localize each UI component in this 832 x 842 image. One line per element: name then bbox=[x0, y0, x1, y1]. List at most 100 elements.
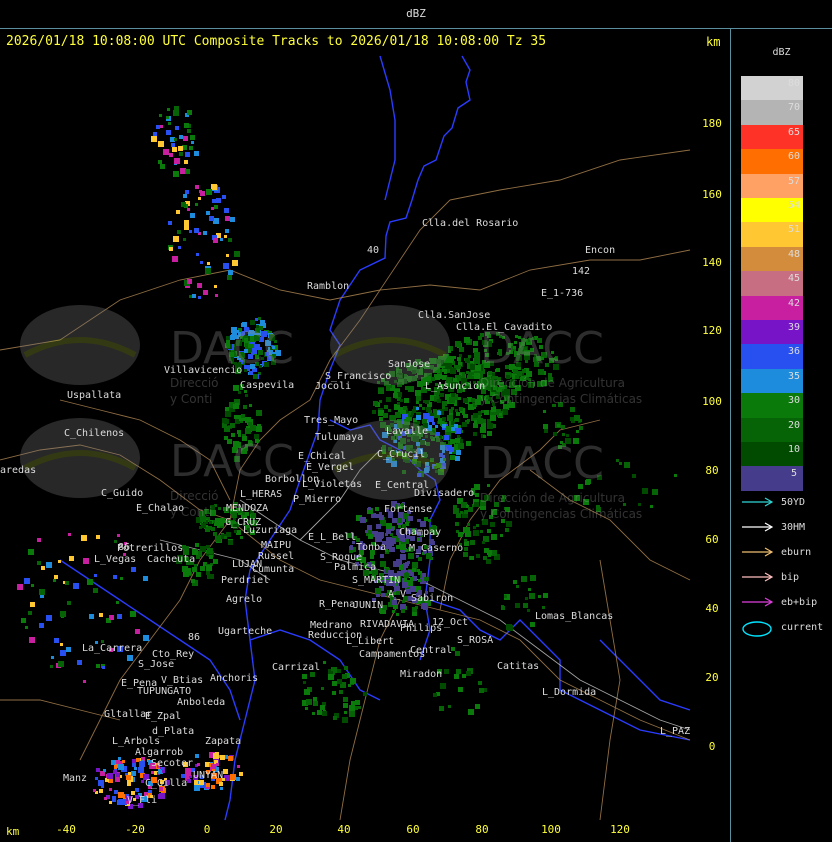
place-label: V_Btias bbox=[161, 675, 203, 686]
place-label: JUNIN bbox=[353, 600, 383, 611]
y-tick-label: 120 bbox=[702, 324, 722, 337]
place-label: Clla.del Rosario bbox=[422, 218, 518, 229]
x-axis-unit: km bbox=[6, 825, 20, 838]
place-label: C_Crucil bbox=[377, 449, 425, 460]
place-label: E_Zpal bbox=[145, 711, 181, 722]
place-label: A_V bbox=[388, 589, 406, 600]
place-label: Villavicencio bbox=[164, 365, 242, 376]
place-label: V_Fli bbox=[127, 795, 157, 806]
place-label: Clla.SanJose bbox=[418, 310, 490, 321]
y-tick-label: 180 bbox=[702, 117, 722, 130]
svg-text:Dirección de Agricultura: Dirección de Agricultura bbox=[480, 491, 625, 505]
place-label: 40 bbox=[367, 245, 379, 256]
current-legend-item: current bbox=[741, 619, 831, 639]
x-tick-label: 80 bbox=[475, 823, 489, 836]
y-tick-label: 0 bbox=[708, 740, 716, 753]
place-label: Champay bbox=[399, 527, 441, 538]
composite-title: 2026/01/18 10:08:00 UTC Composite Tracks… bbox=[6, 34, 547, 49]
colorbar-label: 20 bbox=[787, 419, 801, 431]
track-label: eb+bip bbox=[781, 597, 818, 608]
y-tick-label: 40 bbox=[705, 602, 719, 615]
colorbar-label: 30 bbox=[787, 395, 801, 407]
place-label: aredas bbox=[0, 465, 36, 476]
place-label: Anboleda bbox=[177, 697, 225, 708]
colorbar-label: 54 bbox=[787, 200, 801, 211]
colorbar-label: 60 bbox=[787, 151, 801, 163]
place-label: Divisadero bbox=[414, 488, 474, 499]
place-label: Sabiron bbox=[411, 593, 453, 604]
place-label: L_Arbols bbox=[112, 736, 160, 747]
y-tick-label: 20 bbox=[705, 671, 719, 684]
x-tick-label: -40 bbox=[56, 823, 76, 836]
legend-panel: dBZ 80 70 65 60 57 54 51 48 45 42 39 36 35 30 20 10 5 50… bbox=[731, 28, 832, 842]
y-tick-label: 140 bbox=[702, 256, 722, 269]
colorbar-label: 39 bbox=[787, 322, 801, 333]
place-label: Lavalle bbox=[386, 426, 428, 437]
arrow-icon bbox=[742, 497, 774, 507]
colorbar-label: 48 bbox=[787, 248, 801, 260]
radar-map[interactable]: DACCDireccióy ContiDACCDirección de Agri… bbox=[0, 54, 730, 824]
place-label: Cacheuta bbox=[147, 554, 195, 565]
arrow-icon bbox=[742, 547, 774, 557]
title-bar: dBZ bbox=[0, 0, 832, 29]
place-label: TUPUNGATO bbox=[137, 686, 191, 697]
place-label: La_Carrera bbox=[82, 643, 142, 654]
place-label: L_PAZ bbox=[660, 726, 690, 737]
place-label: Perdriel bbox=[221, 575, 269, 586]
y-tick-label: 160 bbox=[702, 188, 722, 201]
svg-text:DACC: DACC bbox=[480, 438, 604, 489]
place-label: E_Chical bbox=[298, 451, 346, 462]
place-label: Tulumaya bbox=[315, 432, 363, 443]
x-tick-label: -20 bbox=[125, 823, 145, 836]
svg-text:y Contingencias Climáticas: y Contingencias Climáticas bbox=[480, 507, 642, 521]
x-tick-label: 20 bbox=[269, 823, 283, 836]
place-label: Clla.El_Cavadito bbox=[456, 322, 552, 333]
track-legend-item: bip bbox=[741, 569, 831, 589]
place-label: C_Guido bbox=[101, 488, 143, 499]
place-label: Palmica bbox=[334, 562, 376, 573]
place-label: E_1-736 bbox=[541, 288, 583, 299]
colorbar-label: 57 bbox=[787, 175, 801, 187]
colorbar-label: 10 bbox=[787, 444, 801, 455]
place-label: Encon bbox=[585, 245, 615, 256]
place-label: Jocoli bbox=[315, 381, 351, 392]
place-label: E_L_Bell bbox=[308, 532, 356, 543]
colorbar-label: 5 bbox=[790, 468, 798, 480]
place-label: S_MARTIN bbox=[352, 575, 400, 586]
place-label: UNYAN bbox=[193, 770, 223, 781]
place-label: MAIPU bbox=[261, 540, 291, 551]
place-label: L_HERAS bbox=[240, 489, 282, 500]
place-label: Caspevila bbox=[240, 380, 294, 391]
place-label: L_Libert bbox=[346, 636, 394, 647]
arrow-icon bbox=[742, 572, 774, 582]
place-label: 142 bbox=[572, 266, 590, 277]
place-label: Algarrob bbox=[135, 747, 183, 758]
place-label: Central bbox=[410, 645, 452, 656]
place-label: Tres_Mayo bbox=[304, 415, 358, 426]
place-label: Luzuriaga bbox=[243, 525, 297, 536]
colorbar-label: 42 bbox=[787, 297, 801, 309]
current-label: current bbox=[781, 622, 824, 633]
place-label: R_Pena bbox=[319, 599, 355, 610]
place-label: Anchoris bbox=[210, 673, 258, 684]
place-label: Lomas_Blancas bbox=[535, 611, 613, 622]
colorbar-label: 45 bbox=[787, 273, 801, 285]
x-tick-label: 0 bbox=[203, 823, 211, 836]
place-label: Catitas bbox=[497, 661, 539, 672]
arrow-icon bbox=[742, 597, 774, 607]
place-label: M_Caserno bbox=[409, 543, 463, 554]
x-tick-label: 120 bbox=[610, 823, 630, 836]
track-label: 30HM bbox=[781, 522, 806, 533]
svg-text:Dirección de Agricultura: Dirección de Agricultura bbox=[480, 376, 625, 390]
place-label: Manz bbox=[63, 773, 87, 784]
place-label: Secotor bbox=[151, 758, 193, 769]
colorbar-label: 35 bbox=[787, 370, 801, 382]
svg-text:Direcció: Direcció bbox=[170, 489, 219, 503]
y-tick-label: 80 bbox=[705, 464, 719, 477]
colorbar-label: 36 bbox=[787, 346, 801, 358]
place-label: C_Gilla bbox=[145, 778, 187, 789]
place-label: Russel bbox=[258, 551, 294, 562]
place-label: Ramblon bbox=[307, 281, 349, 292]
top-title: dBZ bbox=[406, 7, 426, 20]
colorbar-label: 70 bbox=[787, 102, 801, 114]
